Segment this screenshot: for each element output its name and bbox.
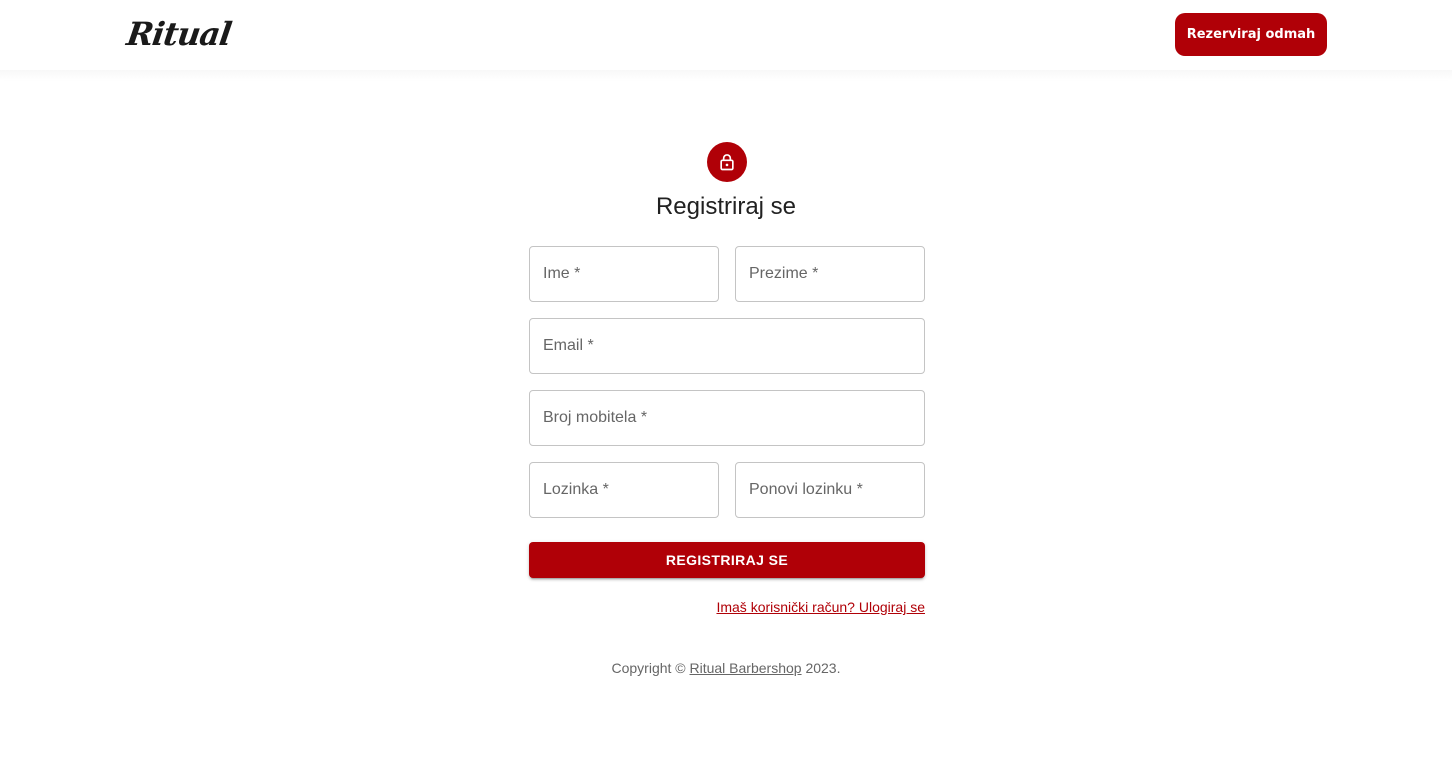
repeat-password-input[interactable] [736, 463, 924, 517]
lock-icon [720, 154, 734, 171]
password-field [529, 462, 719, 518]
copyright-suffix: 2023. [801, 660, 841, 676]
first-name-field [529, 246, 719, 302]
login-link[interactable]: Imaš korisnički račun? Ulogiraj se [716, 598, 925, 616]
last-name-field [735, 246, 925, 302]
phone-input[interactable] [530, 391, 924, 445]
copyright-text: Copyright © Ritual Barbershop 2023. [526, 659, 926, 677]
lock-avatar [707, 142, 747, 182]
register-button[interactable]: REGISTRIRAJ SE [529, 542, 925, 578]
password-input[interactable] [530, 463, 718, 517]
page-title: Registriraj se [655, 193, 797, 220]
reserve-now-button[interactable]: Rezerviraj odmah [1175, 13, 1327, 56]
phone-field [529, 390, 925, 446]
repeat-password-field [735, 462, 925, 518]
email-input[interactable] [530, 319, 924, 373]
top-navbar: Ritual Rezerviraj odmah [0, 0, 1452, 70]
ritual-logo[interactable]: Ritual [124, 12, 234, 56]
last-name-input[interactable] [736, 247, 924, 301]
copyright-prefix: Copyright © [611, 660, 690, 676]
first-name-input[interactable] [530, 247, 718, 301]
header-shadow [0, 70, 1452, 80]
ritual-barbershop-link[interactable]: Ritual Barbershop [690, 660, 802, 676]
email-field [529, 318, 925, 374]
